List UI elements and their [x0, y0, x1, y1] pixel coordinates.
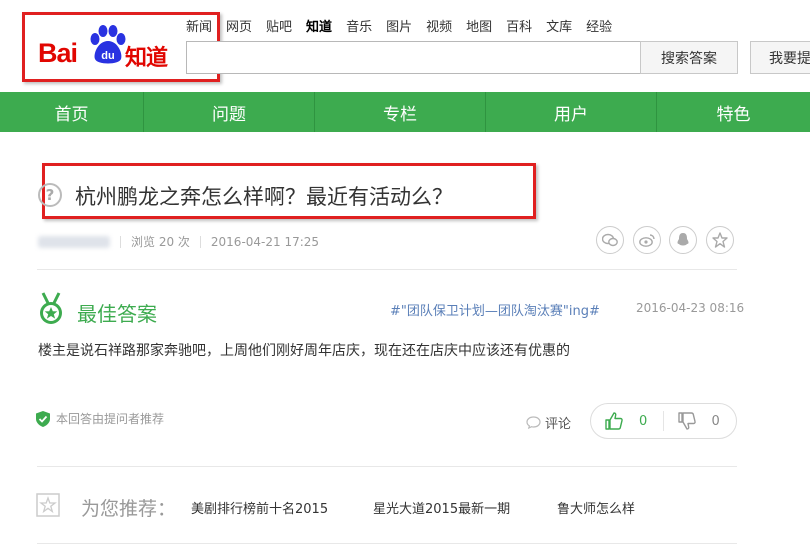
view-count: 浏览 20 次 — [131, 235, 190, 249]
topnav-tieba[interactable]: 贴吧 — [266, 16, 292, 35]
recommend-star-icon — [36, 493, 60, 517]
topnav-video[interactable]: 视频 — [426, 16, 452, 35]
nav-questions[interactable]: 问题 — [144, 92, 315, 132]
recommendation-link[interactable]: 鲁大师怎么样 — [557, 498, 635, 517]
qq-icon[interactable] — [669, 226, 697, 254]
topnav-map[interactable]: 地图 — [466, 16, 492, 35]
recommendation-link[interactable]: 星光大道2015最新一期 — [373, 498, 510, 517]
question-title: 杭州鹏龙之奔怎么样啊？最近有活动么？ — [75, 185, 453, 209]
asker-name-blurred — [38, 235, 110, 248]
topnav-web[interactable]: 网页 — [226, 16, 252, 35]
upvote-button[interactable]: 0 — [591, 411, 664, 431]
baidu-paw-icon: du — [90, 25, 126, 64]
topnav-music[interactable]: 音乐 — [346, 16, 372, 35]
topnav-news[interactable]: 新闻 — [186, 16, 212, 35]
comment-label: 评论 — [545, 417, 572, 432]
logo-zhidao-text: 知道 — [125, 46, 168, 71]
nav-featured[interactable]: 特色 — [657, 92, 810, 132]
topnav-baike[interactable]: 百科 — [506, 16, 532, 35]
topnav-jingyan[interactable]: 经验 — [586, 16, 612, 35]
wechat-icon[interactable] — [596, 226, 624, 254]
favorite-star-icon[interactable] — [706, 226, 734, 254]
ask-question-button[interactable]: 我要提问 — [750, 41, 810, 74]
nav-users[interactable]: 用户 — [486, 92, 657, 132]
downvote-count: 0 — [711, 413, 720, 429]
divider — [37, 543, 737, 544]
shield-check-icon — [36, 410, 50, 427]
comment-bubble-icon — [526, 416, 541, 429]
topnav-wenku[interactable]: 文库 — [546, 16, 572, 35]
nav-columns[interactable]: 专栏 — [315, 92, 486, 132]
topnav-zhidao[interactable]: 知道 — [306, 16, 332, 35]
answer-date: 2016-04-23 08:16 — [636, 301, 745, 315]
vote-widget: 0 0 — [590, 403, 737, 439]
meta-divider — [120, 235, 121, 248]
asker-recommended-note: 本回答由提问者推荐 — [36, 410, 164, 427]
comment-button[interactable]: 评论 — [526, 413, 571, 432]
answer-text: 楼主是说石祥路那家奔驰吧，上周他们刚好周年店庆，现在还在店庆中应该还有优惠的 — [38, 343, 570, 359]
upvote-count: 0 — [639, 413, 648, 429]
search-input[interactable] — [186, 41, 641, 74]
topnav-images[interactable]: 图片 — [386, 16, 412, 35]
weibo-icon[interactable] — [633, 226, 661, 254]
thumbs-down-icon — [677, 412, 696, 430]
best-answer-medal-icon — [40, 292, 62, 324]
question-mark-icon: ? — [38, 183, 62, 207]
thumbs-up-icon — [605, 412, 623, 430]
top-product-nav: 新闻 网页 贴吧 知道 音乐 图片 视频 地图 百科 文库 经验 — [186, 16, 626, 35]
search-answer-button[interactable]: 搜索答案 — [640, 41, 738, 74]
recommendations-label: 为您推荐： — [81, 498, 177, 520]
divider — [37, 466, 737, 467]
campaign-tag-link[interactable]: #"团队保卫计划—团队淘汰赛"ing# — [390, 300, 600, 319]
divider — [37, 269, 737, 270]
logo-bai-text: Bai — [38, 38, 78, 68]
meta-divider — [199, 235, 201, 248]
nav-home[interactable]: 首页 — [0, 92, 144, 132]
question-meta: 浏览 20 次 2016-04-21 17:25 — [38, 233, 319, 250]
logo-du-text: du — [101, 50, 114, 62]
question-date: 2016-04-21 17:25 — [210, 234, 320, 249]
main-nav-bar: 首页 问题 专栏 用户 特色 — [0, 92, 810, 132]
recommended-text: 本回答由提问者推荐 — [56, 412, 165, 426]
baidu-zhidao-logo[interactable]: Bai du 知道 — [38, 22, 178, 71]
recommendation-link[interactable]: 美剧排行榜前十名2015 — [191, 498, 328, 517]
best-answer-label: 最佳答案 — [77, 302, 157, 326]
downvote-button[interactable]: 0 — [664, 403, 737, 439]
